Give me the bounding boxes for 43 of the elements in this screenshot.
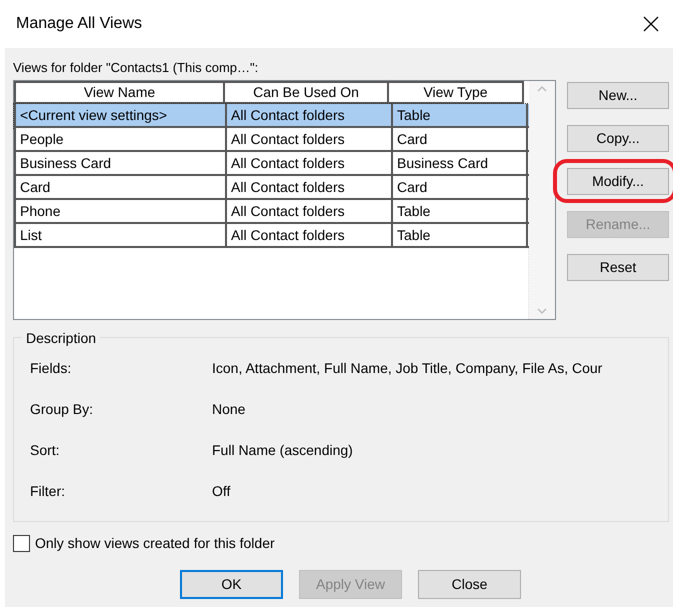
side-button[interactable]: Copy... bbox=[567, 125, 669, 152]
checkbox[interactable] bbox=[13, 535, 30, 552]
field-label: Group By: bbox=[30, 400, 94, 419]
side-button[interactable]: Modify... bbox=[567, 168, 669, 195]
field-value: Off bbox=[212, 482, 230, 501]
table-cell: Phone bbox=[14, 200, 225, 222]
scroll-up-icon[interactable] bbox=[537, 85, 547, 93]
only-show-checkbox[interactable]: Only show views created for this folder bbox=[13, 533, 275, 554]
field-value: Full Name (ascending) bbox=[212, 441, 353, 460]
dialog-button[interactable]: Close bbox=[418, 570, 521, 599]
field-label: Filter: bbox=[30, 482, 66, 501]
side-button[interactable]: New... bbox=[567, 82, 669, 109]
table-cell: <Current view settings> bbox=[14, 104, 225, 126]
scroll-down-icon[interactable] bbox=[537, 307, 547, 315]
side-button[interactable]: Reset bbox=[567, 254, 669, 281]
table-cell: All Contact folders bbox=[225, 128, 391, 150]
table-cell: Card bbox=[14, 176, 225, 198]
table-row[interactable]: <Current view settings> All Contact folders Table bbox=[14, 104, 529, 128]
table-row[interactable]: Business Card All Contact folders Business Card bbox=[14, 152, 529, 176]
table-cell: All Contact folders bbox=[225, 176, 391, 198]
field-value: None bbox=[212, 400, 246, 419]
table-row[interactable]: Card All Contact folders Card bbox=[14, 176, 529, 200]
column-header[interactable]: View Name bbox=[14, 81, 225, 104]
table-cell: All Contact folders bbox=[225, 104, 391, 126]
table-row[interactable]: Phone All Contact folders Table bbox=[14, 200, 529, 224]
field-label: Sort: bbox=[30, 441, 61, 460]
table-row[interactable]: People All Contact folders Card bbox=[14, 128, 529, 152]
table-cell: People bbox=[14, 128, 225, 150]
column-header[interactable]: Can Be Used On bbox=[223, 81, 389, 104]
field-value: Icon, Attachment, Full Name, Job Title, Company, File As, Cour bbox=[212, 359, 602, 378]
scrollbar[interactable] bbox=[529, 81, 555, 319]
table-cell: All Contact folders bbox=[225, 224, 391, 246]
window-title: Manage All Views bbox=[16, 14, 142, 34]
table-cell: All Contact folders bbox=[225, 200, 391, 222]
table-cell: Business Card bbox=[14, 152, 225, 174]
table-row[interactable]: List All Contact folders Table bbox=[14, 224, 529, 248]
table-cell: All Contact folders bbox=[225, 152, 391, 174]
dialog-button[interactable]: OK bbox=[180, 570, 283, 599]
column-header[interactable]: View Type bbox=[387, 81, 524, 104]
close-icon[interactable] bbox=[643, 16, 659, 32]
field-label: Fields: bbox=[30, 359, 72, 378]
table-cell: List bbox=[14, 224, 225, 246]
views-label: Views for folder "Contacts1 (This comp…": bbox=[13, 59, 260, 77]
